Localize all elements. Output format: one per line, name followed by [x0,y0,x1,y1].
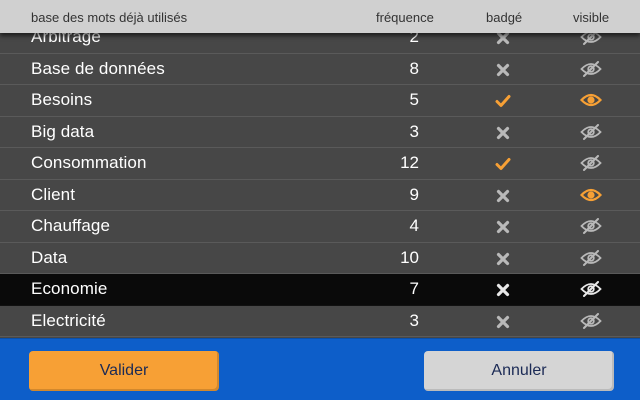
cancel-button[interactable]: Annuler [424,351,614,391]
eye-open-icon[interactable] [579,92,603,108]
frequency-value: 3 [409,310,419,330]
list-item[interactable]: Chauffage 4 [0,211,640,243]
frequency-value: 12 [400,153,419,172]
cross-icon[interactable] [495,282,511,298]
cross-icon[interactable] [495,219,511,235]
column-header-badge: badgé [486,10,523,25]
eye-slash-icon[interactable] [580,60,602,77]
eye-slash-icon[interactable] [580,155,602,171]
list-item[interactable]: Big data 3 [0,117,640,148]
cross-icon[interactable] [495,125,511,141]
cross-icon[interactable] [495,314,511,330]
eye-slash-icon[interactable] [580,123,602,140]
list-item[interactable]: Client 9 [0,180,640,211]
check-icon[interactable] [495,93,511,109]
frequency-value: 3 [409,121,419,141]
eye-slash-icon[interactable] [580,249,602,266]
frequency-value: 7 [409,279,419,298]
word-label: Electricité [31,310,106,330]
column-header-visible: visible [573,10,610,25]
list-item[interactable]: Base de données 8 [0,54,640,85]
check-icon[interactable] [495,156,511,172]
eye-slash-icon[interactable] [580,218,602,234]
column-header-word: base des mots déjà utilisés [31,10,188,25]
frequency-value: 5 [409,90,419,109]
column-header-frequency: fréquence [376,10,434,25]
frequency-value: 8 [409,58,419,78]
eye-slash-icon[interactable] [580,312,602,329]
footer-bar: Valider Annuler [0,338,640,400]
list-item[interactable]: Besoins 5 [0,85,640,117]
word-label: Data [31,247,68,267]
cross-icon[interactable] [495,251,511,267]
word-label: Besoins [31,90,93,109]
list-item[interactable]: Consommation 12 [0,148,640,180]
word-label: Economie [31,279,108,298]
list-item[interactable]: Electricité 3 [0,306,640,337]
frequency-value: 10 [400,247,419,267]
word-label: Base de données [31,58,165,78]
list-item[interactable]: Data 10 [0,243,640,274]
word-label: Chauffage [31,216,111,235]
eye-open-icon[interactable] [579,187,603,203]
frequency-value: 9 [409,184,419,204]
table-header: base des mots déjà utilisés fréquence ba… [0,0,640,33]
word-label: Big data [31,121,95,141]
list-item[interactable]: Economie 7 [0,274,640,306]
cross-icon[interactable] [495,188,511,204]
word-list[interactable]: Arbitrage 2 Base de données 8 Besoins 5 Big da… [0,22,640,338]
frequency-value: 4 [409,216,419,235]
word-label: Client [31,184,76,204]
eye-slash-icon[interactable] [580,281,602,297]
validate-button[interactable]: Valider [29,351,219,391]
word-label: Consommation [31,153,147,172]
cross-icon[interactable] [495,62,511,78]
